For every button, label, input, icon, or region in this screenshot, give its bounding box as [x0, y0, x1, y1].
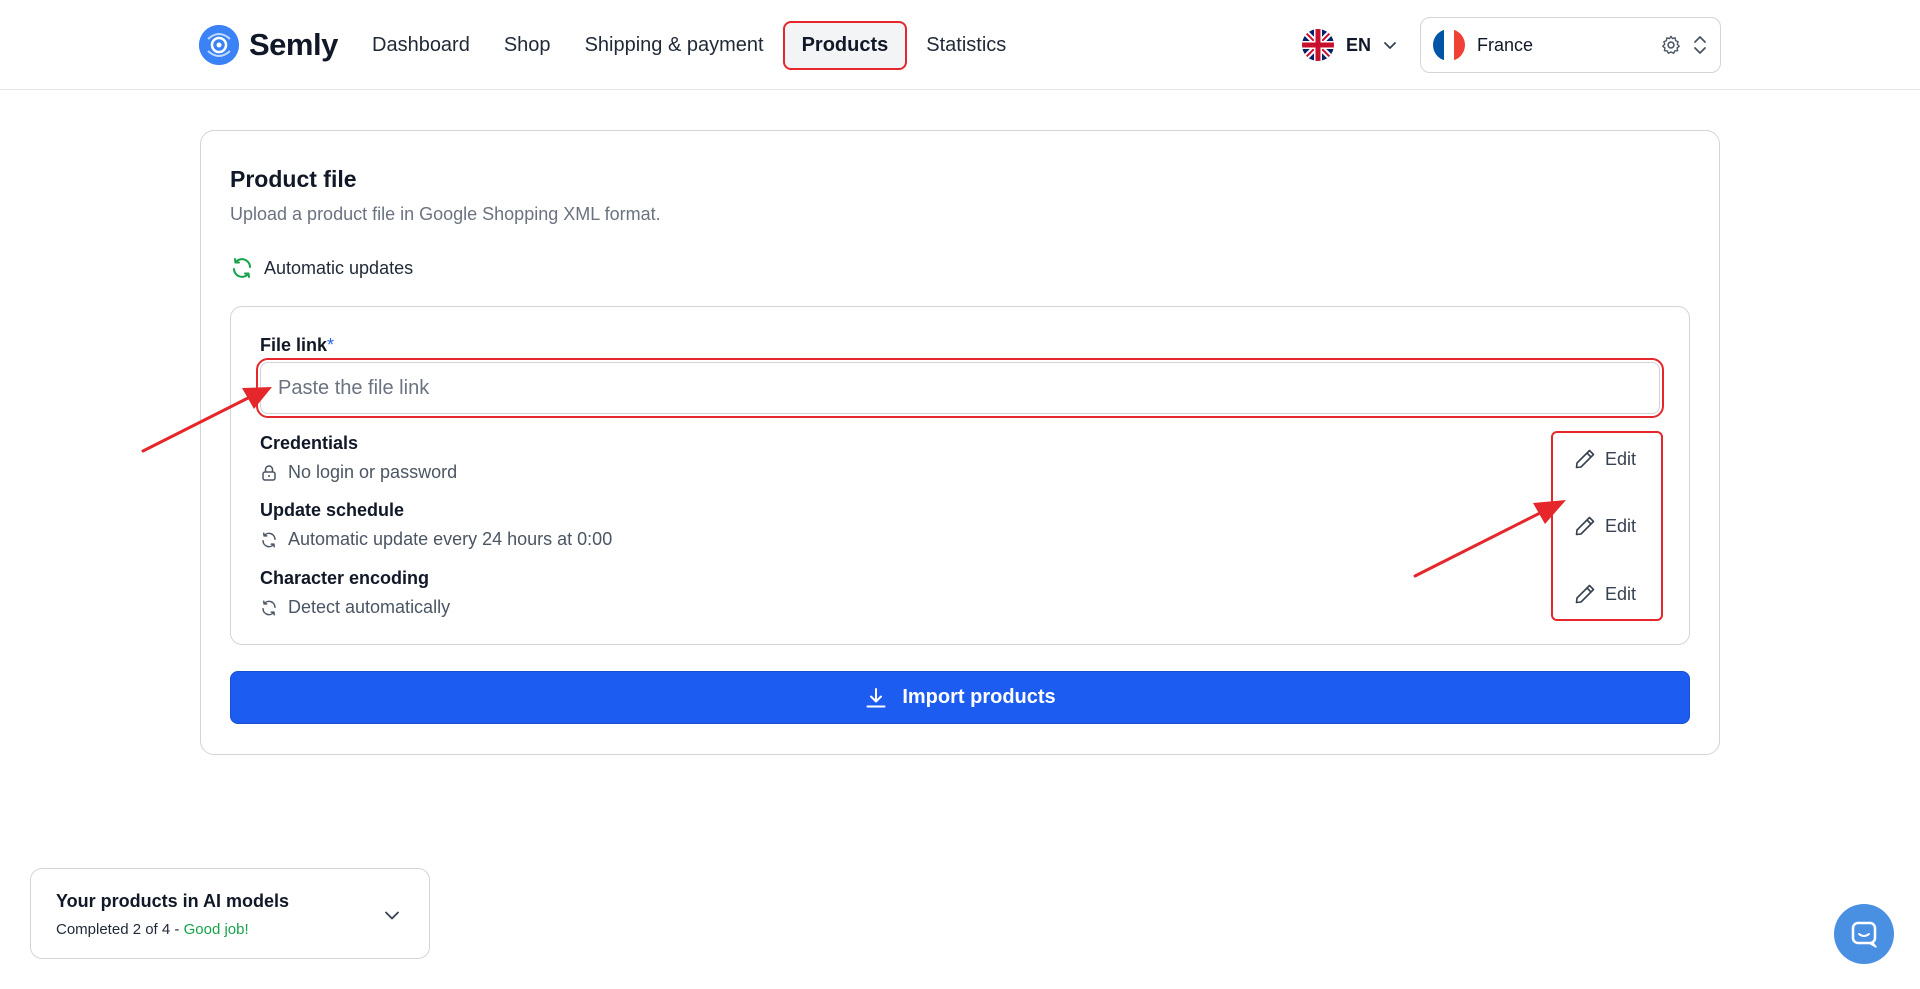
- language-code: EN: [1346, 34, 1372, 55]
- setting-credentials: Credentials No login or password: [260, 433, 457, 483]
- nav-products[interactable]: Products: [782, 20, 908, 70]
- setting-value-text: Detect automatically: [288, 597, 451, 617]
- edit-credentials-button[interactable]: Edit: [1573, 447, 1636, 471]
- lock-icon: [262, 464, 276, 481]
- file-link-label-text: File link: [260, 335, 328, 355]
- top-navigation-bar: Semly Dashboard Shop Shipping & payment …: [0, 0, 1920, 90]
- setting-name: Character encoding: [260, 568, 430, 588]
- product-file-card: Product file Upload a product file in Go…: [200, 130, 1720, 755]
- pencil-icon: [1575, 449, 1595, 469]
- setting-value-text: Automatic update every 24 hours at 0:00: [288, 529, 613, 549]
- chat-icon: [1851, 921, 1877, 948]
- country-selector[interactable]: France: [1420, 17, 1721, 73]
- setting-value-text: No login or password: [288, 462, 458, 482]
- setting-update-schedule: Update schedule Automatic update every 2…: [260, 500, 612, 550]
- setting-value: Detect automatically: [260, 597, 450, 618]
- country-name: France: [1477, 34, 1534, 55]
- file-link-label: File link*: [260, 335, 334, 356]
- progress-status: Completed 2 of 4 - Good job!: [56, 921, 249, 938]
- semly-logo-icon: [199, 25, 239, 65]
- chevron-up-down-icon[interactable]: [1692, 34, 1708, 56]
- progress-title: Your products in AI models: [56, 891, 290, 911]
- automatic-updates-label: Automatic updates: [264, 257, 414, 278]
- edit-label: Edit: [1605, 583, 1637, 604]
- ai-models-progress-widget[interactable]: Your products in AI models Completed 2 o…: [30, 868, 430, 959]
- refresh-icon: [262, 532, 276, 547]
- edit-buttons-highlight: Edit Edit Edit: [1551, 431, 1663, 621]
- file-link-input[interactable]: [256, 358, 1664, 418]
- progress-count: Completed 2 of 4: [56, 921, 171, 938]
- progress-separator: -: [170, 921, 184, 938]
- file-settings-panel: File link* Credentials No login or passw…: [230, 306, 1690, 645]
- uk-flag-icon: [1302, 29, 1334, 61]
- edit-update-schedule-button[interactable]: Edit: [1573, 514, 1636, 538]
- nav-dashboard[interactable]: Dashboard: [355, 23, 487, 68]
- chat-support-button[interactable]: [1834, 904, 1894, 964]
- automatic-updates-indicator: Automatic updates: [230, 256, 413, 280]
- refresh-icon: [233, 258, 251, 278]
- setting-name: Credentials: [260, 433, 359, 453]
- setting-character-encoding: Character encoding Detect automatically: [260, 568, 450, 618]
- import-products-label: Import products: [902, 686, 1056, 708]
- chevron-down-icon: [1384, 42, 1396, 49]
- pencil-icon: [1575, 584, 1595, 604]
- edit-label: Edit: [1605, 448, 1637, 469]
- page-title: Product file: [230, 166, 357, 192]
- refresh-icon: [262, 600, 276, 615]
- required-mark: *: [327, 335, 335, 355]
- import-products-button[interactable]: Import products: [230, 671, 1690, 724]
- brand-name: Semly: [249, 27, 338, 62]
- setting-name: Update schedule: [260, 500, 405, 520]
- setting-value: Automatic update every 24 hours at 0:00: [260, 529, 612, 550]
- nav-statistics[interactable]: Statistics: [909, 23, 1023, 68]
- france-flag-icon: [1433, 29, 1465, 61]
- edit-label: Edit: [1605, 515, 1637, 536]
- setting-value: No login or password: [260, 462, 457, 483]
- page-subtitle: Upload a product file in Google Shopping…: [230, 204, 661, 224]
- edit-character-encoding-button[interactable]: Edit: [1573, 582, 1636, 606]
- progress-praise: Good job!: [183, 921, 249, 938]
- nav-shipping-payment[interactable]: Shipping & payment: [568, 23, 781, 68]
- main-nav: Dashboard Shop Shipping & payment Produc…: [355, 0, 1023, 90]
- gear-icon[interactable]: [1660, 34, 1682, 56]
- download-icon: [866, 687, 886, 707]
- nav-shop[interactable]: Shop: [487, 23, 568, 68]
- pencil-icon: [1575, 516, 1595, 536]
- language-selector[interactable]: EN: [1302, 28, 1397, 62]
- brand-logo[interactable]: Semly: [199, 25, 338, 65]
- chevron-down-icon[interactable]: [383, 906, 401, 924]
